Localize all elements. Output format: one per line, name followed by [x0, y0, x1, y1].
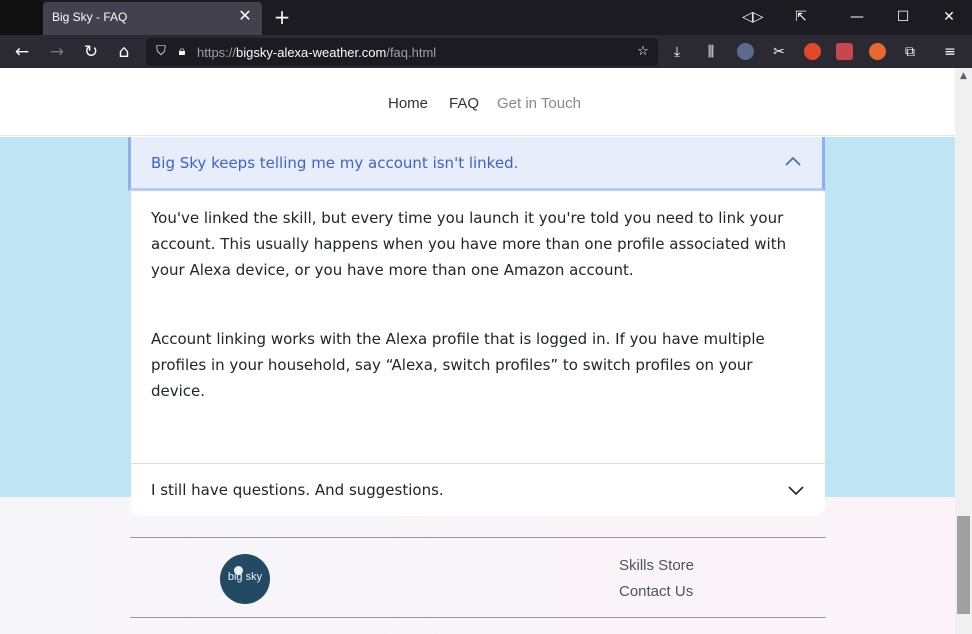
- scrollbar-thumb[interactable]: [957, 516, 970, 614]
- home-icon[interactable]: ⌂: [112, 40, 136, 64]
- bookmark-star-icon[interactable]: ☆: [634, 43, 652, 61]
- nav-contact-link[interactable]: Get in Touch: [497, 95, 581, 112]
- site-navigation: Home FAQ Get in Touch: [0, 68, 955, 136]
- scroll-up-icon[interactable]: ▲: [955, 68, 972, 85]
- footer-divider: [130, 617, 826, 618]
- divider: [131, 463, 825, 464]
- download-icon[interactable]: ⤓: [666, 41, 688, 63]
- faq-answer-paragraph: You've linked the skill, but every time …: [151, 209, 787, 279]
- maximize-icon[interactable]: ☐: [893, 7, 913, 27]
- navigation-toolbar: ← → ↻ ⌂ ⛉ 🔒︎ https://bigsky-alexa-weathe…: [0, 35, 972, 68]
- new-tab-icon[interactable]: +: [271, 6, 293, 28]
- forward-icon[interactable]: →: [45, 40, 69, 64]
- lock-icon[interactable]: 🔒︎: [173, 43, 191, 61]
- menu-hamburger-icon[interactable]: ≡: [939, 41, 961, 63]
- faq-item-header-collapsed[interactable]: I still have questions. And suggestions.: [151, 481, 444, 499]
- tab-strip: Big Sky - FAQ ✕ + ◁▷ ⇱ — ☐ ✕: [0, 0, 972, 35]
- duckduckgo-icon[interactable]: [869, 43, 886, 60]
- footer-background: [0, 497, 955, 634]
- nav-faq-link[interactable]: FAQ: [449, 95, 479, 112]
- big-sky-logo[interactable]: big sky: [220, 554, 270, 604]
- page-scrollbar[interactable]: ▲: [955, 68, 972, 634]
- tab-title: Big Sky - FAQ: [52, 10, 128, 24]
- chevron-up-icon: [785, 156, 801, 166]
- window-close-icon[interactable]: ✕: [939, 7, 959, 27]
- share-icon[interactable]: ⇱: [791, 7, 811, 27]
- shield-icon[interactable]: ⛉: [152, 43, 170, 61]
- faq-accordion: Big Sky keeps telling me my account isn'…: [128, 137, 825, 516]
- url-bar[interactable]: ⛉ 🔒︎ https://bigsky-alexa-weather.com/fa…: [146, 38, 658, 66]
- contact-us-link[interactable]: Contact Us: [619, 583, 693, 600]
- skills-store-link[interactable]: Skills Store: [619, 557, 694, 574]
- footer-divider: [130, 537, 826, 538]
- close-tab-icon[interactable]: ✕: [236, 7, 254, 25]
- tab-list-menu[interactable]: [0, 0, 43, 35]
- faq-item-header-expanded[interactable]: Big Sky keeps telling me my account isn'…: [128, 137, 825, 191]
- tab-active[interactable]: Big Sky - FAQ ✕: [43, 2, 262, 35]
- extensions-puzzle-icon[interactable]: ⧉: [899, 41, 921, 63]
- chevron-down-icon[interactable]: [787, 481, 805, 499]
- page-content: Home FAQ Get in Touch Big Sky keeps tell…: [0, 68, 955, 634]
- screenshot-icon[interactable]: ✂: [768, 41, 790, 63]
- faq-answer-paragraph: Account linking works with the Alexa pro…: [151, 330, 765, 400]
- minimize-icon[interactable]: —: [847, 7, 867, 27]
- account-avatar-icon[interactable]: [737, 43, 754, 60]
- reader-view-icon[interactable]: ◁▷: [742, 7, 764, 27]
- extension-b-icon[interactable]: [836, 43, 853, 60]
- url-text[interactable]: https://bigsky-alexa-weather.com/faq.htm…: [197, 45, 436, 60]
- reload-icon[interactable]: ↻: [79, 40, 103, 64]
- faq-question: Big Sky keeps telling me my account isn'…: [151, 154, 519, 172]
- extension-a-icon[interactable]: [804, 43, 821, 60]
- back-icon[interactable]: ←: [10, 40, 34, 64]
- logo-text: big sky: [227, 571, 263, 583]
- library-icon[interactable]: ⫼: [700, 41, 722, 63]
- nav-home-link[interactable]: Home: [388, 95, 428, 112]
